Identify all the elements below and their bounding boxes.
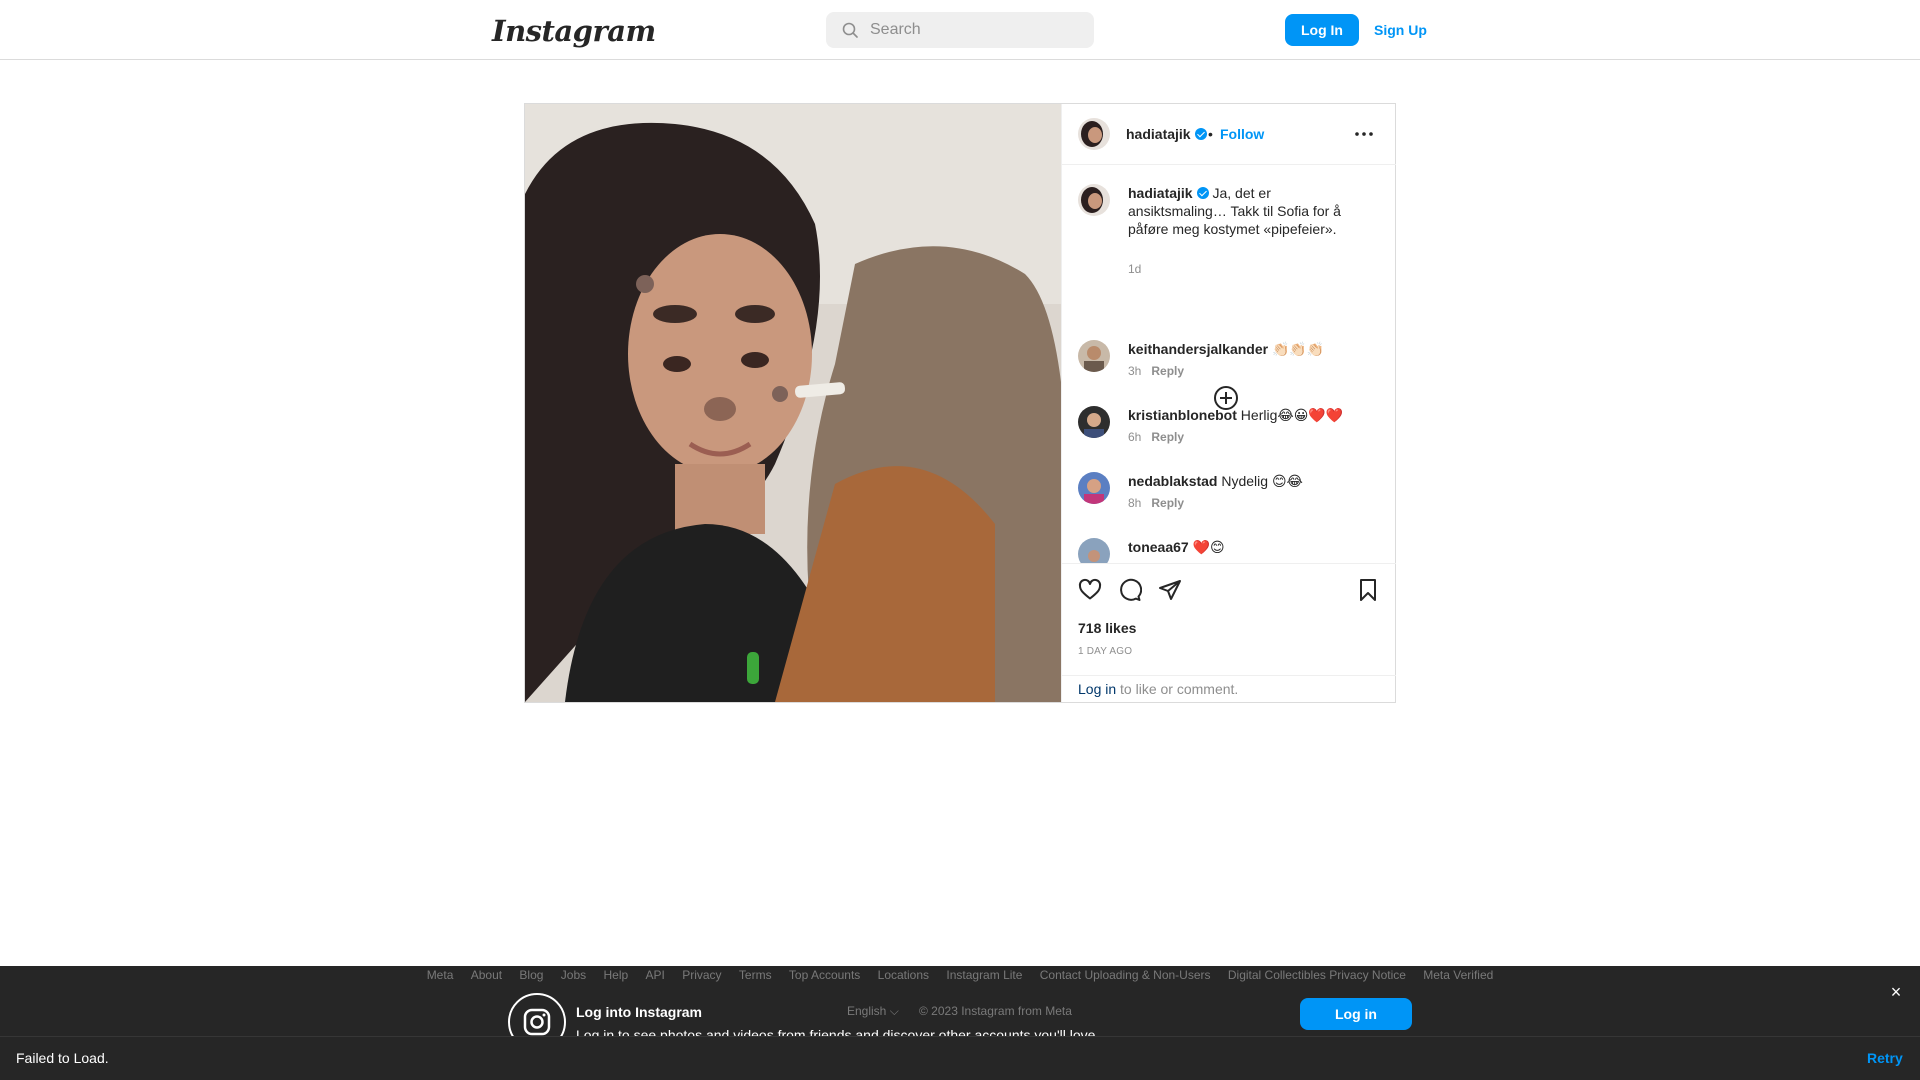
footer-link[interactable]: Top Accounts	[789, 968, 860, 982]
top-nav: Instagram Log In Sign Up	[0, 0, 1920, 60]
language-selector[interactable]: English ⌵	[847, 1004, 899, 1019]
footer-link[interactable]: Terms	[739, 968, 772, 982]
copyright: © 2023 Instagram from Meta	[919, 1004, 1072, 1018]
commenter-avatar[interactable]	[1078, 538, 1110, 563]
comment-text: nedablakstad Nydelig 😊😂	[1128, 472, 1368, 490]
reply-button[interactable]: Reply	[1151, 430, 1184, 444]
commenter-avatar[interactable]	[1078, 472, 1110, 504]
comment-username[interactable]: toneaa67	[1128, 539, 1189, 555]
toast-message: Failed to Load.	[16, 1050, 109, 1066]
caption-text: hadiatajik Ja, det er ansiktsmaling… Tak…	[1128, 184, 1368, 238]
login-link[interactable]: Log in	[1078, 681, 1116, 697]
footer-link[interactable]: Privacy	[682, 968, 721, 982]
comment-time: 6h	[1128, 430, 1142, 444]
author-avatar[interactable]	[1078, 118, 1110, 150]
login-prompt: Log in to like or comment.	[1062, 675, 1396, 703]
commenter-avatar[interactable]	[1078, 340, 1110, 372]
instagram-logo[interactable]: Instagram	[492, 14, 656, 48]
reply-button[interactable]: Reply	[1151, 496, 1184, 510]
signup-link[interactable]: Sign Up	[1374, 14, 1427, 46]
footer-link[interactable]: Blog	[519, 968, 543, 982]
caption-time: 1d	[1128, 262, 1142, 276]
like-heart-icon[interactable]	[1078, 578, 1102, 602]
footer-links: Meta About Blog Jobs Help API Privacy Te…	[0, 968, 1920, 982]
post-header: hadiatajik • Follow	[1062, 104, 1396, 165]
commenter-avatar[interactable]	[1078, 406, 1110, 438]
footer-link[interactable]: Digital Collectibles Privacy Notice	[1228, 968, 1406, 982]
post-actions: 718 likes 1 DAY AGO Log in to like or co…	[1062, 563, 1396, 702]
comment-bubble-icon[interactable]	[1118, 578, 1142, 602]
footer-link[interactable]: Locations	[878, 968, 929, 982]
footer-link[interactable]: About	[471, 968, 502, 982]
bookmark-icon[interactable]	[1356, 578, 1380, 602]
comment-meta: 3h Reply	[1128, 364, 1184, 378]
comment-time: 8h	[1128, 496, 1142, 510]
comment-content: Herlig😂😀❤️❤️	[1240, 407, 1344, 423]
post-photo[interactable]	[525, 104, 1061, 702]
more-options-icon[interactable]	[1352, 126, 1376, 142]
caption-avatar[interactable]	[1078, 184, 1110, 216]
comment-content: Nydelig 😊😂	[1221, 473, 1303, 489]
comment-username[interactable]: kristianblonebot	[1128, 407, 1237, 423]
author-username[interactable]: hadiatajik	[1126, 126, 1207, 142]
share-paper-plane-icon[interactable]	[1158, 578, 1182, 602]
comment-content: ❤️😊	[1192, 539, 1225, 555]
verified-badge-icon	[1196, 187, 1209, 199]
footer-link[interactable]: Contact Uploading & Non-Users	[1040, 968, 1211, 982]
comment-content: 👏🏻👏🏻👏🏻	[1271, 341, 1325, 357]
likes-count[interactable]: 718 likes	[1078, 620, 1136, 636]
comment-time: 3h	[1128, 364, 1142, 378]
footer-link[interactable]: Meta Verified	[1423, 968, 1493, 982]
footer-link[interactable]: API	[646, 968, 665, 982]
close-icon[interactable]: ×	[1888, 983, 1904, 1001]
search-box[interactable]	[826, 12, 1094, 48]
post-image	[525, 104, 1061, 702]
post-card: hadiatajik • Follow hadiatajik Ja, det e…	[524, 103, 1396, 703]
retry-button[interactable]: Retry	[1867, 1050, 1903, 1066]
comment-text: kristianblonebot Herlig😂😀❤️❤️	[1128, 406, 1368, 424]
search-icon	[842, 22, 858, 38]
separator-dot: •	[1208, 126, 1213, 142]
footer-link[interactable]: Jobs	[561, 968, 586, 982]
comment-meta: 6h Reply	[1128, 430, 1184, 444]
post-sidebar: hadiatajik • Follow hadiatajik Ja, det e…	[1061, 104, 1396, 702]
comment-username[interactable]: keithandersjalkander	[1128, 341, 1268, 357]
banner-login-button[interactable]: Log in	[1300, 998, 1412, 1030]
login-prompt-text: to like or comment.	[1116, 681, 1239, 697]
banner-title: Log into Instagram	[576, 1004, 702, 1020]
footer-link[interactable]: Instagram Lite	[946, 968, 1022, 982]
search-input[interactable]	[870, 12, 1080, 48]
footer-link[interactable]: Help	[604, 968, 629, 982]
follow-button[interactable]: Follow	[1220, 126, 1264, 142]
verified-badge-icon	[1194, 128, 1207, 140]
reply-button[interactable]: Reply	[1151, 364, 1184, 378]
comment-username[interactable]: nedablakstad	[1128, 473, 1217, 489]
comment-meta: 8h Reply	[1128, 496, 1184, 510]
comments-list[interactable]: hadiatajik Ja, det er ansiktsmaling… Tak…	[1062, 166, 1396, 563]
caption-username[interactable]: hadiatajik	[1128, 185, 1193, 201]
comment-text: toneaa67 ❤️😊	[1128, 538, 1368, 556]
post-timestamp: 1 DAY AGO	[1078, 646, 1133, 657]
error-toast: Failed to Load. Retry	[0, 1036, 1920, 1080]
comment-text: keithandersjalkander 👏🏻👏🏻👏🏻	[1128, 340, 1368, 358]
footer-link[interactable]: Meta	[427, 968, 454, 982]
login-button[interactable]: Log In	[1285, 14, 1359, 46]
